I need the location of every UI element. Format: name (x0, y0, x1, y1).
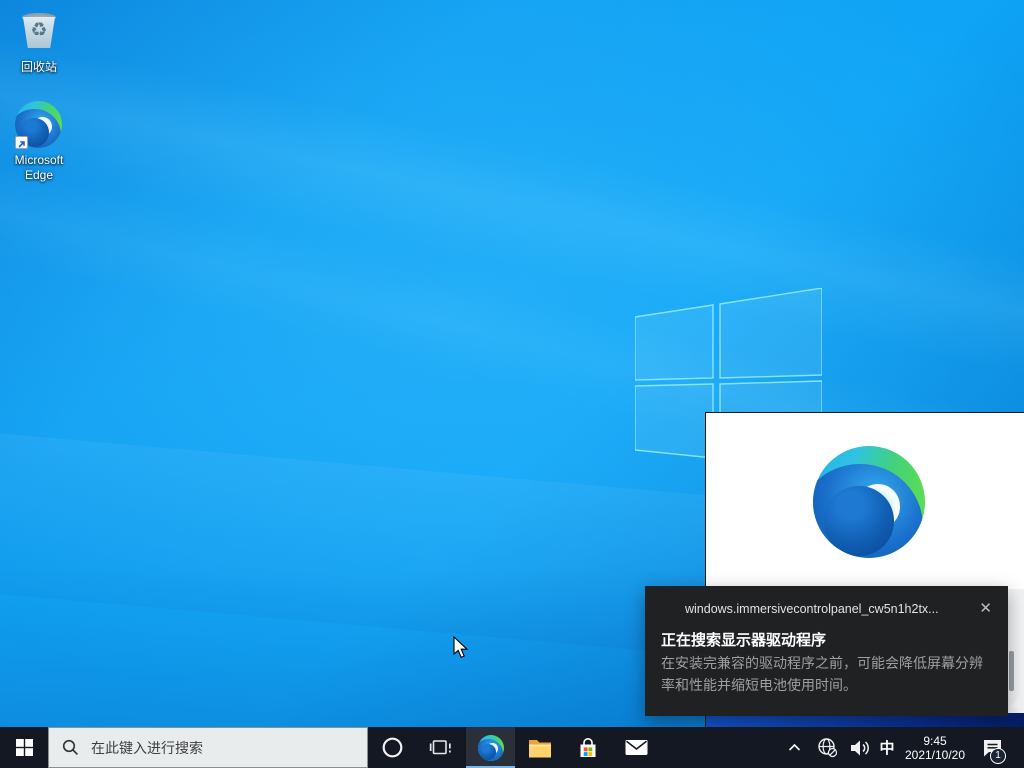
speaker-icon (849, 738, 871, 758)
task-view-icon (429, 737, 452, 758)
desktop-icon-microsoft-edge[interactable]: Microsoft Edge (1, 101, 77, 183)
taskbar-search-box[interactable] (48, 727, 368, 768)
recycle-bin-icon: ♻ (15, 8, 63, 56)
cortana-ring-icon (381, 736, 404, 759)
search-icon (62, 739, 79, 756)
mouse-cursor (453, 636, 471, 660)
recycle-symbol-icon: ♻ (15, 19, 63, 42)
clock-time: 9:45 (923, 734, 946, 748)
resize-grip[interactable] (1009, 697, 1020, 708)
taskbar-clock[interactable]: 9:45 2021/10/20 (901, 727, 969, 768)
network-status-button[interactable] (812, 727, 842, 768)
action-center-button[interactable]: 1 (972, 727, 1012, 768)
scrollbar-thumb[interactable] (1009, 651, 1014, 691)
ime-label: 中 (879, 737, 894, 758)
wallpaper-beam (0, 18, 1024, 406)
edge-logo-icon (478, 735, 504, 761)
start-button[interactable] (0, 727, 48, 768)
microsoft-store-icon (576, 736, 600, 760)
volume-button[interactable] (844, 727, 876, 768)
task-view-button[interactable] (416, 727, 464, 768)
chevron-up-icon (788, 743, 801, 752)
edge-logo-splash-icon (813, 446, 925, 558)
toast-app-id: windows.immersivecontrolpanel_cw5n1h2tx.… (685, 602, 939, 616)
file-explorer-button[interactable] (516, 727, 564, 768)
taskbar: 中 9:45 2021/10/20 1 (0, 727, 1024, 768)
shortcut-arrow-icon (15, 136, 28, 149)
edge-logo-icon (15, 101, 63, 149)
notification-toast[interactable]: windows.immersivecontrolpanel_cw5n1h2tx.… (645, 586, 1008, 716)
toast-body: 在安装完兼容的驱动程序之前，可能会降低屏幕分辨率和性能并缩短电池使用时间。 (661, 652, 995, 696)
globe-no-internet-icon (817, 737, 838, 758)
mail-icon (624, 738, 649, 757)
file-explorer-icon (527, 737, 553, 759)
mail-button[interactable] (612, 727, 660, 768)
close-icon[interactable]: ✕ (979, 599, 992, 617)
desktop-icon-label: Microsoft Edge (1, 153, 77, 183)
search-input[interactable] (89, 739, 339, 757)
ime-indicator[interactable]: 中 (874, 727, 900, 768)
clock-date: 2021/10/20 (905, 748, 965, 762)
taskbar-edge-button[interactable] (466, 727, 515, 768)
desktop-icon-recycle-bin[interactable]: ♻ 回收站 (1, 8, 77, 75)
windows-logo-icon (16, 739, 33, 756)
notification-count-badge: 1 (990, 748, 1006, 764)
tray-expand-button[interactable] (776, 727, 812, 768)
desktop: ♻ 回收站 Microsoft Edge windows.immersiveco… (0, 0, 1024, 768)
cortana-button[interactable] (368, 727, 416, 768)
microsoft-store-button[interactable] (564, 727, 612, 768)
desktop-icon-label: 回收站 (1, 60, 77, 75)
toast-title: 正在搜索显示器驱动程序 (661, 629, 826, 650)
